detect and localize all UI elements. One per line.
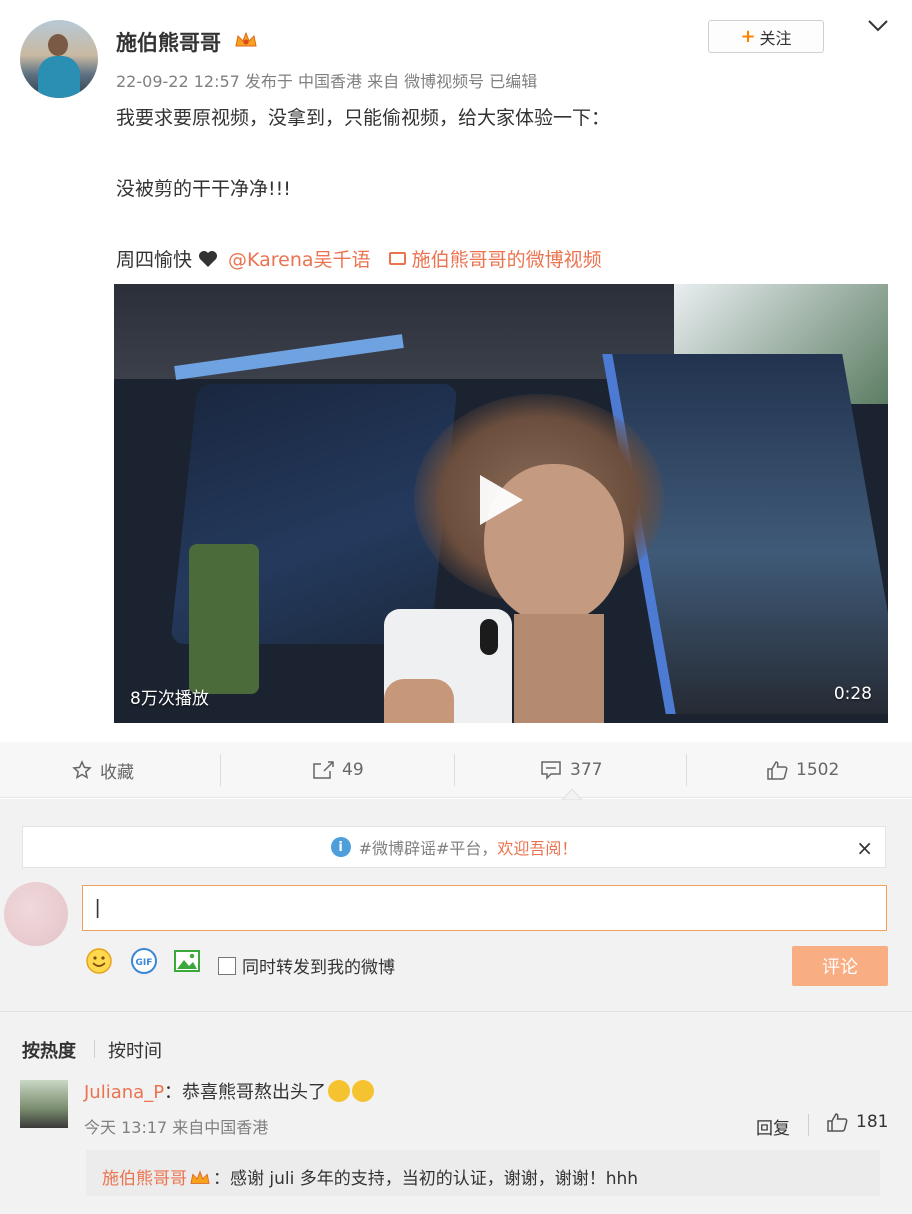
action-bar: 收藏 49 377 1502 — [0, 742, 912, 798]
share-count: 49 — [342, 760, 364, 780]
sort-by-time-tab[interactable]: 按时间 — [108, 1037, 162, 1063]
sub-reply-user[interactable]: 施伯熊哥哥 — [102, 1169, 187, 1189]
follow-button[interactable]: + 关注 — [708, 20, 824, 53]
emoji-icon — [328, 1080, 351, 1102]
notice-link[interactable]: 欢迎吾阅！ — [497, 835, 577, 859]
thumbs-up-icon — [767, 761, 788, 780]
caret-pointer — [562, 788, 582, 800]
emoji-icon[interactable] — [84, 946, 114, 976]
submit-comment-button[interactable]: 评论 — [792, 946, 888, 986]
share-button[interactable]: 49 — [312, 742, 364, 798]
star-icon — [72, 760, 92, 780]
video-source-label: 施伯熊哥哥的微博视频 — [411, 249, 602, 271]
rumor-notice-bar: i #微博辟谣#平台， 欢迎吾阅！ × — [22, 826, 886, 868]
follow-label: 关注 — [759, 28, 792, 48]
post-text-prefix: 周四愉快 — [116, 249, 193, 271]
emoji-icon — [352, 1080, 375, 1102]
author-avatar[interactable] — [20, 20, 98, 98]
thumbs-up-icon — [827, 1113, 848, 1132]
mention-link[interactable]: @Karena吴千语 — [228, 249, 371, 271]
author-name[interactable]: 施伯熊哥哥 — [116, 27, 221, 57]
video-icon — [388, 252, 406, 265]
post-text-line2: 没被剪的干干净净!!! — [116, 178, 291, 200]
comment-line: Juliana_P：恭喜熊哥熬出头了 — [84, 1078, 375, 1104]
post-meta: 22-09-22 12:57 发布于 中国香港 来自 微博视频号 已编辑 — [116, 72, 538, 91]
sub-reply-line: 施伯熊哥哥 ：感谢 juli 多年的支持，当初的认证，谢谢，谢谢！hhh — [102, 1164, 638, 1189]
comment-time: 今天 13:17 来自中国香港 — [84, 1118, 269, 1137]
comment-icon — [541, 761, 561, 780]
like-button[interactable]: 1502 — [766, 742, 839, 798]
reply-button[interactable]: 回复 — [756, 1114, 790, 1139]
comment-count: 377 — [570, 760, 603, 780]
notice-text: #微博辟谣#平台， — [358, 839, 498, 858]
vip-crown-icon — [190, 1170, 210, 1184]
sync-repost-option[interactable]: 同时转发到我的微博 — [218, 953, 395, 978]
comment-text: ：恭喜熊哥熬出头了 — [164, 1082, 327, 1103]
gif-icon[interactable]: GIF — [129, 946, 159, 976]
close-icon[interactable]: × — [856, 836, 873, 860]
video-player[interactable]: 8万次播放 0:28 — [114, 284, 888, 723]
like-count: 1502 — [796, 760, 840, 780]
sync-repost-label: 同时转发到我的微博 — [242, 958, 395, 978]
svg-text:GIF: GIF — [136, 958, 153, 968]
info-icon: i — [330, 837, 351, 857]
post-text-line3: 周四愉快 @Karena吴千语 施伯熊哥哥的微博视频 — [116, 245, 602, 272]
image-icon[interactable] — [172, 946, 202, 976]
video-view-count: 8万次播放 — [130, 689, 209, 709]
play-icon[interactable] — [476, 472, 526, 528]
plus-icon: + — [740, 26, 756, 47]
sub-reply-text: ：感谢 juli 多年的支持，当初的认证，谢谢，谢谢！hhh — [213, 1169, 639, 1189]
vip-crown-icon — [235, 31, 257, 47]
comment-like-count: 181 — [856, 1112, 889, 1132]
commenter-avatar[interactable] — [20, 1080, 68, 1128]
heart-icon — [199, 251, 218, 267]
share-icon — [313, 761, 334, 779]
current-user-avatar — [4, 882, 68, 946]
sort-by-hot-tab[interactable]: 按热度 — [22, 1037, 76, 1063]
video-duration: 0:28 — [833, 684, 872, 704]
chevron-down-icon[interactable] — [866, 16, 890, 36]
commenter-name[interactable]: Juliana_P — [84, 1082, 164, 1103]
comment-input[interactable]: | — [82, 885, 887, 931]
video-source-link[interactable]: 施伯熊哥哥的微博视频 — [388, 249, 602, 271]
post-text-line1: 我要求要原视频，没拿到，只能偷视频，给大家体验一下： — [116, 107, 611, 129]
favorite-button[interactable]: 收藏 — [72, 742, 134, 798]
sync-repost-checkbox[interactable] — [218, 956, 236, 975]
favorite-label: 收藏 — [100, 762, 134, 783]
comment-like-button[interactable]: 181 — [826, 1112, 888, 1132]
